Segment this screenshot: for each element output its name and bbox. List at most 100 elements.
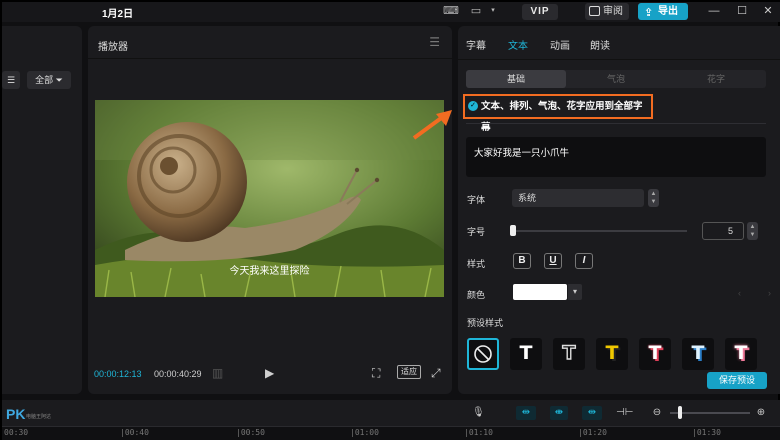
underline-button[interactable]: U	[544, 253, 562, 269]
preset-glyph: T	[648, 342, 662, 364]
color-swatch[interactable]	[513, 284, 567, 300]
preset-style[interactable]: T	[553, 338, 585, 370]
italic-button[interactable]: I	[575, 253, 593, 269]
play-icon[interactable]: ▶	[265, 366, 274, 380]
subtab-bubble[interactable]: 气泡	[566, 70, 666, 88]
chevron-left-icon[interactable]: ‹	[738, 288, 741, 298]
fit-ratio-button[interactable]: 适应	[397, 365, 421, 379]
menu-icon[interactable]: ☰	[429, 35, 440, 49]
save-preset-button[interactable]: 保存预设	[707, 372, 767, 389]
size-spinner-icon[interactable]: ▲ ▼	[747, 222, 758, 240]
tabs-divider	[458, 59, 780, 60]
properties-panel: 字幕 文本 动画 朗读 基础 气泡 花字 ✓ 文本、排列、气泡、花字应用到全部字…	[458, 26, 780, 394]
preset-style[interactable]: T	[639, 338, 671, 370]
tab-animation[interactable]: 动画	[550, 37, 570, 52]
watermark-text: 电脑王阿达	[26, 414, 52, 420]
preset-glyph: T	[691, 342, 705, 364]
title-bar: 1月2日 ⌨ ▭ ▾ VIP 审阅 ⇪ 导出 — ☐ ✕	[2, 2, 780, 22]
close-icon[interactable]: ✕	[760, 3, 776, 19]
preset-none[interactable]	[467, 338, 499, 370]
zoom-slider-handle[interactable]	[678, 406, 682, 419]
export-button[interactable]: ⇪ 导出	[638, 3, 688, 20]
apply-to-all-checkbox[interactable]: ✓ 文本、排列、气泡、花字应用到全部字幕	[463, 94, 653, 133]
preset-glyph: T	[519, 342, 533, 364]
text-subtabs: 基础 气泡 花字	[466, 70, 766, 88]
layout-icon[interactable]: ▭	[468, 4, 484, 18]
color-label: 颜色	[467, 290, 486, 300]
subtab-fancy-text[interactable]: 花字	[666, 70, 766, 88]
bold-button[interactable]: B	[513, 253, 531, 269]
link-clips-icon[interactable]: ⇹	[516, 406, 536, 420]
chevron-down-icon[interactable]: ▾	[485, 4, 501, 18]
preset-glyph: T	[562, 341, 576, 364]
keyboard-icon[interactable]: ⌨	[443, 4, 459, 18]
size-slider-handle[interactable]	[510, 225, 516, 236]
chevron-down-icon[interactable]: ▾	[568, 284, 582, 300]
review-label: 审阅	[603, 6, 623, 17]
tab-read-aloud[interactable]: 朗读	[590, 37, 610, 52]
font-select[interactable]: 系统	[512, 189, 644, 207]
total-time: 00:00:40:29	[154, 369, 202, 379]
ruler-tick: |01:00	[350, 428, 379, 437]
snap-icon[interactable]: ⇼	[550, 406, 568, 420]
ruler-tick: |01:20	[578, 428, 607, 437]
preset-glyph: T	[605, 342, 619, 364]
zoom-in-icon[interactable]: ⊕	[754, 406, 768, 420]
list-view-icon[interactable]: ☰	[2, 71, 20, 89]
video-preview[interactable]: 今天我来这里探险	[95, 100, 444, 297]
font-label: 字体	[467, 195, 486, 205]
waveform-icon: ▥	[212, 366, 224, 380]
chevron-right-icon[interactable]: ›	[768, 288, 771, 298]
export-label: 导出	[658, 6, 678, 17]
player-panel: 播放器 ☰ 今天我来这里探险 00:00:12:13 00:00:40:29 ▥…	[88, 26, 452, 394]
current-time: 00:00:12:13	[94, 369, 142, 379]
font-spinner-icon[interactable]: ▲ ▼	[648, 189, 659, 207]
filter-button[interactable]: 全部 ⏷	[27, 71, 71, 89]
preset-style[interactable]: T	[682, 338, 714, 370]
project-date: 1月2日	[102, 9, 134, 20]
zoom-slider-track[interactable]	[670, 412, 750, 414]
timeline-ruler[interactable]: 00:30 |00:40 |00:50 |01:00 |01:10 |01:20…	[2, 426, 780, 440]
size-input[interactable]: 5	[702, 222, 744, 240]
subtab-basic[interactable]: 基础	[466, 70, 566, 88]
review-button[interactable]: 审阅	[585, 3, 629, 20]
video-subtitle: 今天我来这里探险	[229, 266, 310, 277]
text-content-input[interactable]: 大家好我是一只小爪牛	[466, 137, 766, 177]
preview-axis-icon[interactable]: ⇹	[582, 406, 602, 420]
export-icon: ⇪	[644, 7, 654, 19]
video-editor-window: 1月2日 ⌨ ▭ ▾ VIP 审阅 ⇪ 导出 — ☐ ✕ ☰ 全部 ⏷ 播放器 …	[0, 0, 780, 440]
split-icon[interactable]: ⊣⊢	[616, 406, 633, 420]
ruler-tick: |01:10	[464, 428, 493, 437]
ruler-tick: |00:50	[236, 428, 265, 437]
check-icon: ✓	[468, 101, 478, 111]
minimize-icon[interactable]: —	[706, 3, 722, 19]
ruler-tick: |01:30	[692, 428, 721, 437]
review-icon	[589, 6, 600, 16]
preset-glyph: T	[734, 342, 748, 364]
player-title: 播放器	[98, 42, 128, 53]
annotation-arrow	[412, 110, 452, 140]
tab-text[interactable]: 文本	[508, 37, 528, 52]
zoom-out-icon[interactable]: ⊖	[650, 406, 664, 420]
player-divider	[88, 58, 452, 59]
watermark-logo: PK	[6, 406, 26, 422]
preset-style[interactable]: T	[596, 338, 628, 370]
size-label: 字号	[467, 227, 486, 237]
maximize-icon[interactable]: ☐	[734, 3, 750, 19]
filter-icon: ⏷	[55, 75, 63, 85]
no-style-icon	[474, 345, 492, 363]
vip-badge[interactable]: VIP	[522, 4, 558, 20]
size-slider-track[interactable]	[512, 230, 687, 232]
apply-to-all-label: 文本、排列、气泡、花字应用到全部字幕	[481, 101, 643, 133]
style-label: 样式	[467, 259, 486, 269]
preset-label: 预设样式	[467, 318, 504, 328]
media-panel: ☰ 全部 ⏷	[2, 26, 82, 394]
preset-style[interactable]: T	[510, 338, 542, 370]
fullscreen-icon[interactable]: ⤢	[431, 366, 441, 381]
tab-subtitle[interactable]: 字幕	[466, 37, 486, 52]
preset-style[interactable]: T	[725, 338, 757, 370]
crop-icon[interactable]: ⛶	[372, 366, 380, 381]
ruler-tick: 00:30	[4, 428, 29, 437]
microphone-icon[interactable]: 🎙	[472, 406, 485, 420]
media-toolbar: ☰ 全部 ⏷	[2, 71, 82, 91]
